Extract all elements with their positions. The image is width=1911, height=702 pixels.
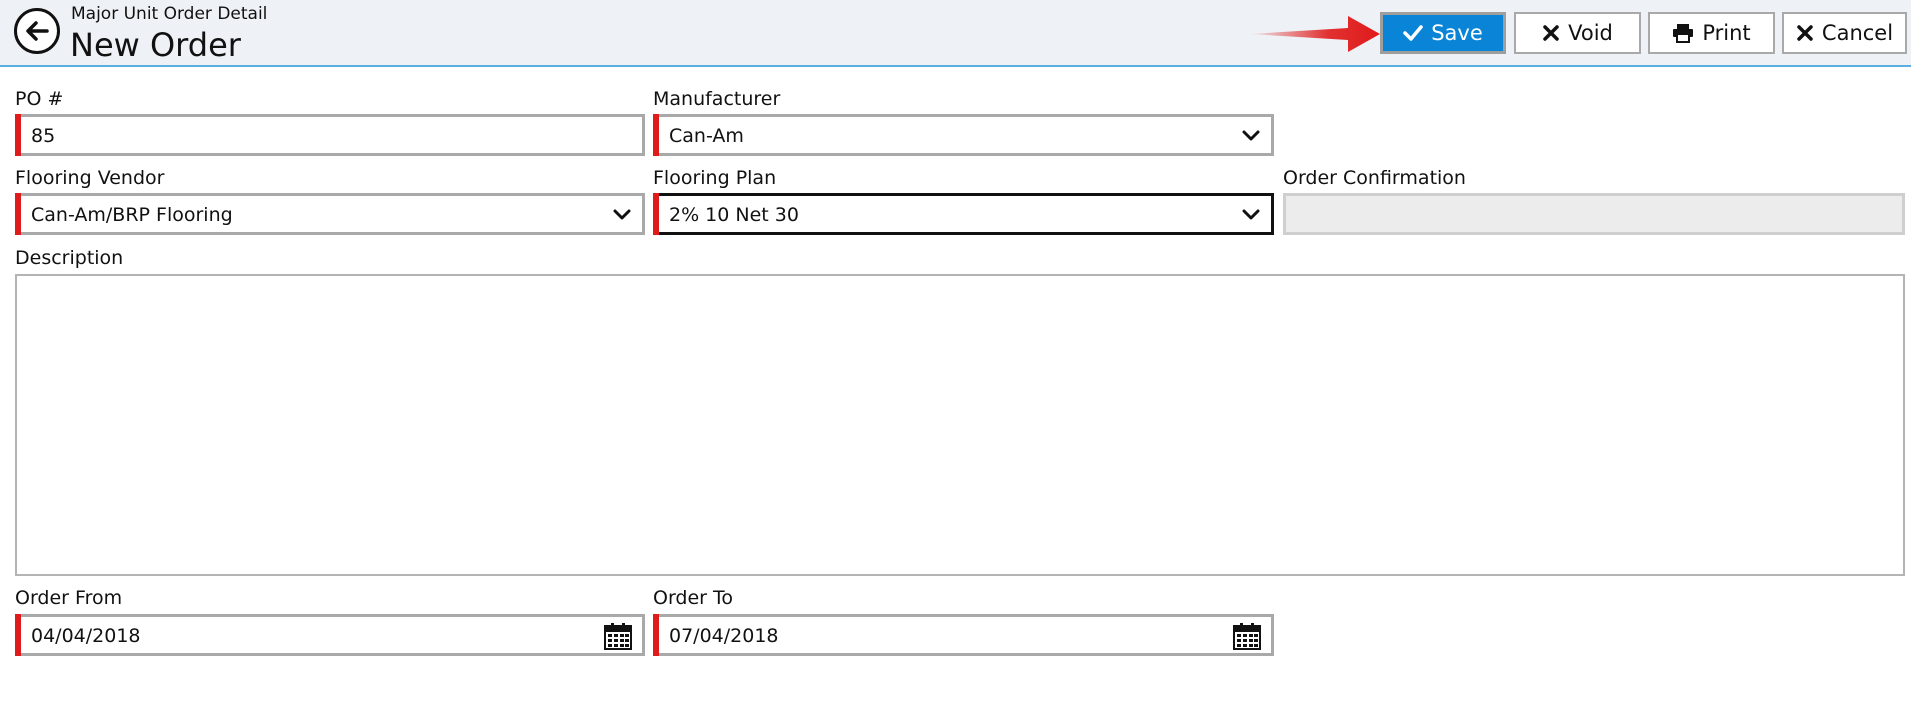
po-number-input[interactable]: 85 [15,114,645,156]
order-to-label: Order To [653,587,734,609]
order-to-date-input[interactable]: 07/04/2018 [653,614,1274,656]
x-icon [1797,25,1813,41]
back-button[interactable] [14,8,60,54]
save-button-label: Save [1431,21,1483,45]
x-icon [1543,25,1559,41]
description-label: Description [15,247,124,269]
order-from-value: 04/04/2018 [31,625,141,647]
calendar-icon[interactable] [1233,622,1261,650]
highlight-arrow-icon [1250,16,1380,52]
cancel-button-label: Cancel [1821,21,1894,45]
order-from-date-input[interactable]: 04/04/2018 [15,614,645,656]
flooring-plan-label: Flooring Plan [653,167,777,189]
calendar-icon[interactable] [604,622,632,650]
save-button[interactable]: Save [1380,12,1506,54]
void-button[interactable]: Void [1514,12,1641,54]
manufacturer-select[interactable]: Can-Am [653,114,1274,156]
description-textarea[interactable] [15,274,1905,576]
page-title: New Order [70,26,241,64]
chevron-down-icon [1242,209,1260,220]
checkmark-icon [1403,25,1423,41]
order-to-value: 07/04/2018 [669,625,779,647]
order-from-label: Order From [15,587,123,609]
manufacturer-label: Manufacturer [653,88,781,110]
page-subtitle: Major Unit Order Detail [71,4,268,24]
print-button-label: Print [1702,21,1751,45]
printer-icon [1673,24,1694,43]
page-header: Major Unit Order Detail New Order Save V… [0,0,1911,67]
chevron-down-icon [613,209,631,220]
order-confirmation-label: Order Confirmation [1283,167,1466,189]
manufacturer-value: Can-Am [669,125,744,147]
print-button[interactable]: Print [1648,12,1775,54]
flooring-plan-select[interactable]: 2% 10 Net 30 [653,193,1274,235]
cancel-button[interactable]: Cancel [1782,12,1907,54]
chevron-down-icon [1242,130,1260,141]
flooring-vendor-select[interactable]: Can-Am/BRP Flooring [15,193,645,235]
arrow-left-icon [26,21,49,41]
void-button-label: Void [1568,21,1613,45]
order-confirmation-input[interactable] [1283,193,1905,235]
po-number-value: 85 [31,125,56,147]
flooring-vendor-value: Can-Am/BRP Flooring [31,204,233,226]
flooring-plan-value: 2% 10 Net 30 [669,204,799,226]
po-label: PO # [15,88,64,110]
flooring-vendor-label: Flooring Vendor [15,167,165,189]
